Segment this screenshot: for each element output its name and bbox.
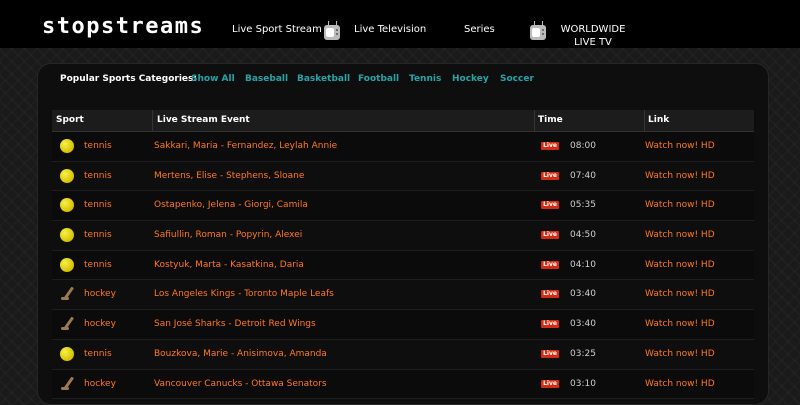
live-badge: Live	[541, 201, 559, 210]
column-divider	[534, 110, 535, 131]
event-time: 05:35	[570, 200, 596, 211]
live-badge: Live	[541, 379, 559, 388]
category-soccer[interactable]: Soccer	[500, 74, 534, 84]
event-link[interactable]: San José Sharks - Detroit Red Wings	[154, 319, 316, 329]
watch-now-link[interactable]: Watch now! HD	[645, 141, 715, 151]
table-row[interactable]: hockey Vancouver Canucks - Ottawa Senator…	[52, 369, 754, 400]
category-basketball[interactable]: Basketball	[297, 74, 350, 84]
category-baseball[interactable]: Baseball	[245, 74, 288, 84]
nav-live-television[interactable]: Live Television	[354, 23, 426, 36]
table-row[interactable]: tennis Sakkari, Maria - Fernandez, Leylah…	[52, 132, 754, 162]
site-logo[interactable]: stopstreams	[42, 14, 204, 39]
event-link[interactable]: Los Angeles Kings - Toronto Maple Leafs	[154, 289, 334, 299]
sport-link[interactable]: tennis	[84, 171, 112, 181]
sport-link[interactable]: hockey	[84, 379, 116, 389]
live-badge: Live	[541, 349, 559, 358]
event-time: 03:40	[570, 289, 596, 300]
tennis-ball-icon	[60, 228, 74, 243]
column-divider	[644, 110, 645, 131]
hockey-stick-icon	[60, 286, 76, 302]
tennis-ball-icon	[60, 346, 74, 361]
event-link[interactable]: Kostyuk, Marta - Kasatkina, Daria	[154, 260, 304, 270]
live-badge: Live	[541, 320, 559, 329]
watch-now-link[interactable]: Watch now! HD	[645, 319, 715, 329]
categories-label: Popular Sports Categories:	[60, 74, 197, 84]
table-row[interactable]: tennis Safiullin, Roman - Popyrin, Alexei…	[52, 221, 754, 251]
nav-series[interactable]: Series	[464, 23, 495, 36]
hockey-stick-icon	[60, 316, 76, 332]
category-football[interactable]: Football	[358, 74, 399, 84]
event-time: 04:50	[570, 230, 596, 241]
header-link: Link	[648, 115, 670, 125]
category-tennis[interactable]: Tennis	[409, 74, 441, 84]
table-header: Sport Live Stream Event Time Link	[52, 110, 754, 132]
event-time: 03:25	[570, 348, 596, 359]
top-navigation-bar: stopstreams Live Sport Stream Live Telev…	[0, 0, 800, 48]
table-row[interactable]: hockey San José Sharks - Detroit Red Wing…	[52, 310, 754, 340]
table-row[interactable]: tennis Bouzkova, Marie - Anisimova, Amand…	[52, 340, 754, 370]
sport-link[interactable]: tennis	[84, 230, 112, 240]
watch-now-link[interactable]: Watch now! HD	[645, 349, 715, 359]
column-divider	[152, 110, 153, 131]
tennis-ball-icon	[60, 198, 74, 213]
watch-now-link[interactable]: Watch now! HD	[645, 379, 715, 389]
event-link[interactable]: Ostapenko, Jelena - Giorgi, Camila	[154, 200, 308, 210]
watch-now-link[interactable]: Watch now! HD	[645, 289, 715, 299]
live-badge: Live	[541, 290, 559, 299]
event-link[interactable]: Sakkari, Maria - Fernandez, Leylah Annie	[154, 141, 337, 151]
sport-link[interactable]: tennis	[84, 260, 112, 270]
live-badge: Live	[541, 142, 559, 150]
category-hockey[interactable]: Hockey	[452, 74, 489, 84]
sport-link[interactable]: tennis	[84, 349, 112, 359]
event-link[interactable]: Mertens, Elise - Stephens, Sloane	[154, 171, 304, 181]
hockey-stick-icon	[60, 376, 76, 392]
event-time: 07:40	[570, 170, 596, 181]
event-time: 04:10	[570, 259, 596, 270]
sport-link[interactable]: tennis	[84, 200, 112, 210]
event-time: 03:10	[570, 378, 596, 389]
tennis-ball-icon	[60, 168, 74, 183]
sport-link[interactable]: tennis	[84, 141, 112, 151]
tennis-ball-icon	[60, 139, 74, 153]
watch-now-link[interactable]: Watch now! HD	[645, 260, 715, 270]
tennis-ball-icon	[60, 257, 74, 272]
sport-link[interactable]: hockey	[84, 319, 116, 329]
table-row[interactable]: tennis Mertens, Elise - Stephens, Sloane L…	[52, 162, 754, 192]
category-show-all[interactable]: Show All	[191, 74, 235, 84]
event-link[interactable]: Safiullin, Roman - Popyrin, Alexei	[154, 230, 302, 240]
live-badge: Live	[541, 171, 559, 180]
event-link[interactable]: Bouzkova, Marie - Anisimova, Amanda	[154, 349, 327, 359]
nav-live-sport-stream[interactable]: Live Sport Stream	[232, 23, 322, 36]
table-body: tennis Sakkari, Maria - Fernandez, Leylah…	[52, 132, 754, 400]
table-row[interactable]: tennis Ostapenko, Jelena - Giorgi, Camila…	[52, 191, 754, 222]
live-badge: Live	[541, 260, 559, 269]
table-row[interactable]: hockey Los Angeles Kings - Toronto Maple …	[52, 280, 754, 311]
streams-table: Sport Live Stream Event Time Link tennis…	[52, 110, 754, 400]
event-time: 08:00	[570, 141, 596, 151]
live-badge: Live	[541, 231, 559, 240]
event-link[interactable]: Vancouver Canucks - Ottawa Senators	[154, 379, 327, 389]
sport-link[interactable]: hockey	[84, 289, 116, 299]
watch-now-link[interactable]: Watch now! HD	[645, 230, 715, 240]
tv-icon[interactable]	[324, 21, 340, 40]
watch-now-link[interactable]: Watch now! HD	[645, 171, 715, 181]
event-time: 03:40	[570, 319, 596, 330]
tv-icon[interactable]	[530, 21, 546, 40]
header-sport: Sport	[56, 115, 84, 125]
header-time: Time	[538, 115, 563, 125]
nav-worldwide-live-tv[interactable]: WORLDWIDE LIVE TV	[553, 23, 633, 49]
watch-now-link[interactable]: Watch now! HD	[645, 200, 715, 210]
table-row[interactable]: tennis Kostyuk, Marta - Kasatkina, Daria L…	[52, 250, 754, 281]
header-event: Live Stream Event	[157, 115, 250, 125]
